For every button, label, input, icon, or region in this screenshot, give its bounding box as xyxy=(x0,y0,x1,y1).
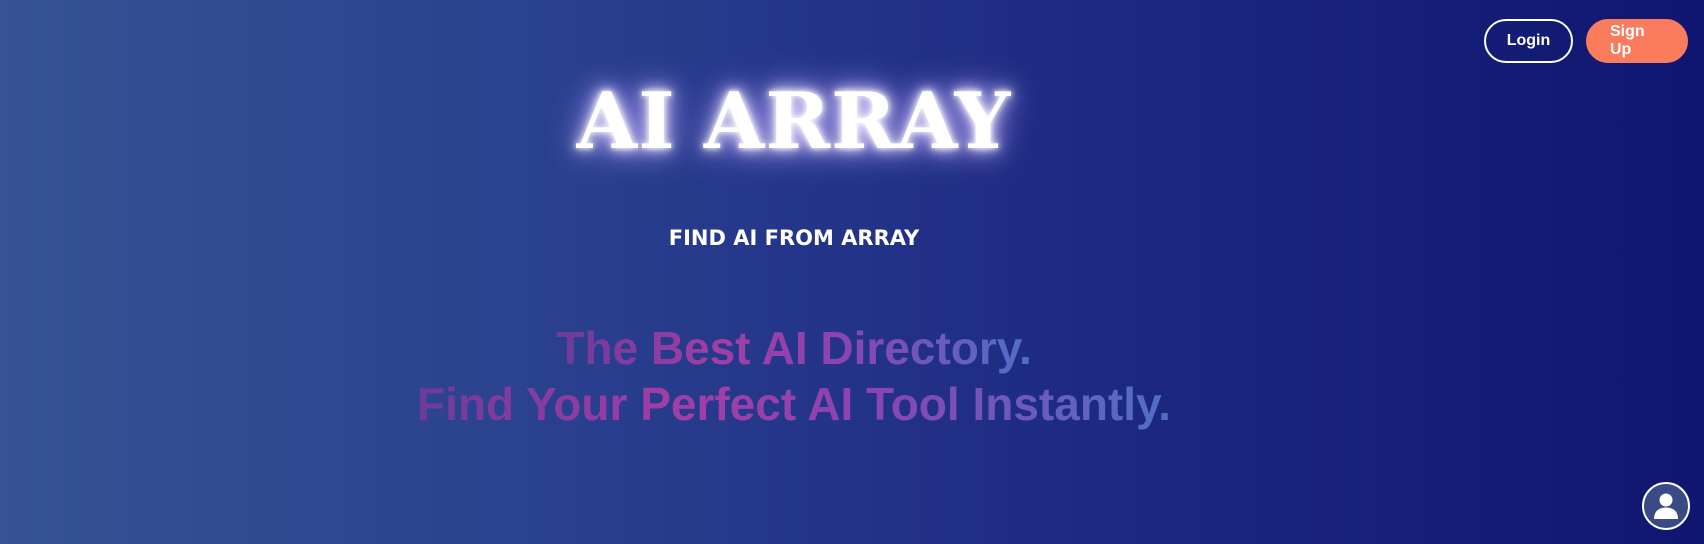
auth-buttons: Login Sign Up xyxy=(1484,19,1688,63)
site-tagline: FIND AI FROM ARRAY xyxy=(668,226,920,250)
headline-line-1: The Best AI Directory. xyxy=(556,322,1032,374)
login-button[interactable]: Login xyxy=(1484,19,1573,63)
signup-button[interactable]: Sign Up xyxy=(1586,19,1688,63)
headline-line-2: Find Your Perfect AI Tool Instantly. xyxy=(417,378,1171,430)
user-icon xyxy=(1654,493,1678,519)
site-title: AI ARRAY xyxy=(576,76,1012,167)
profile-button[interactable] xyxy=(1642,482,1690,530)
hero-headline: The Best AI Directory. Find Your Perfect… xyxy=(0,320,1588,432)
